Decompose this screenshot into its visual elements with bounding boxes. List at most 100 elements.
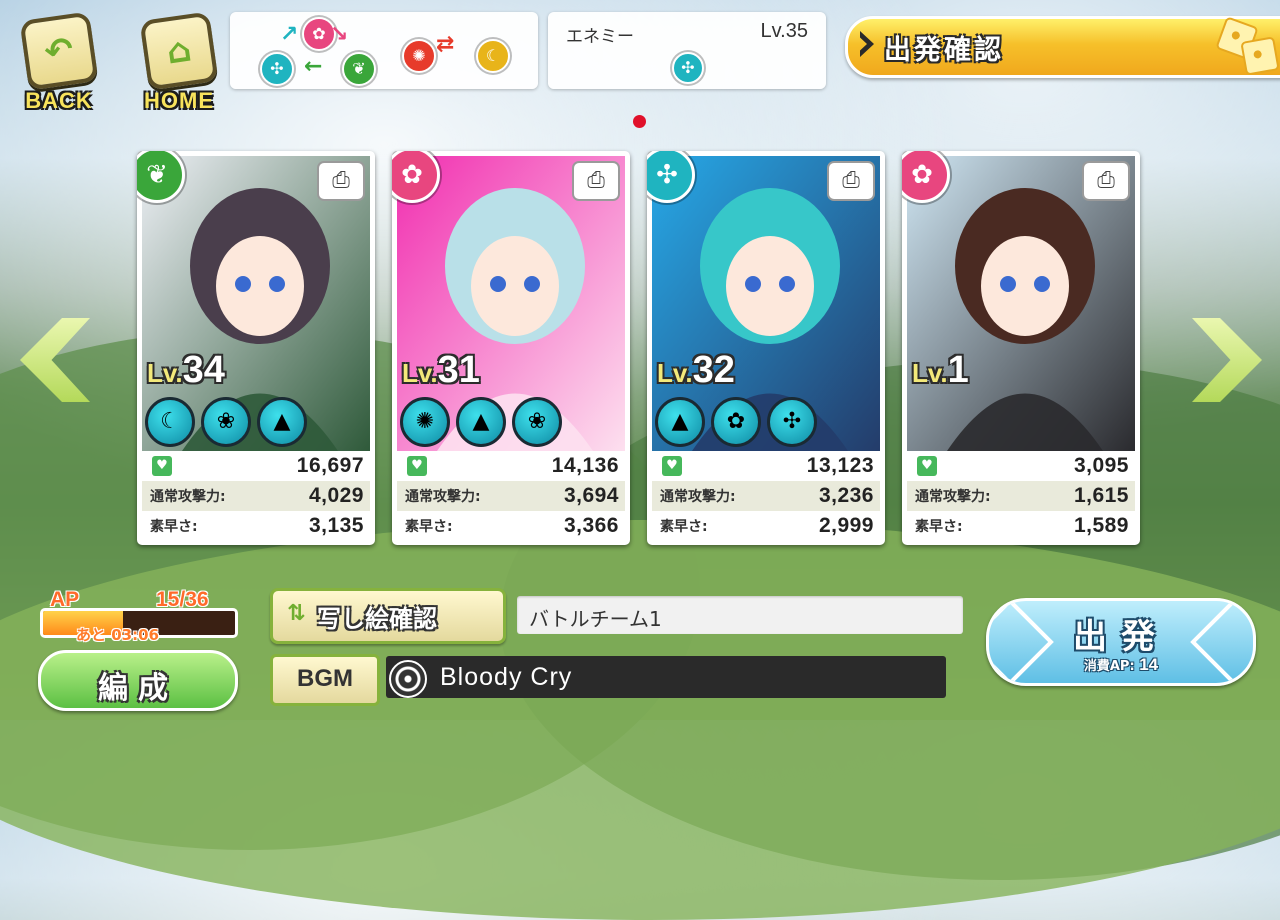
- disc-icon: [389, 660, 427, 698]
- character-stats: ♥ 3,095 通常攻撃力: 1,615 素早さ: 1,589: [907, 451, 1135, 541]
- character-level: Lv.34: [147, 349, 225, 392]
- attack-value: 3,694: [563, 484, 619, 507]
- character-card[interactable]: ✿ ⎙ Lv.1 ♥ 3,095 通常攻撃力: 1,615 素早さ: 1,589: [902, 151, 1140, 545]
- enemy-level: Lv.35: [760, 20, 808, 42]
- formation-label: 編成: [98, 671, 178, 706]
- speed-value: 3,366: [563, 514, 619, 537]
- heart-icon: ♥: [152, 456, 172, 476]
- depart-confirm-label: 出発確認: [884, 35, 1004, 66]
- element-affinity-panel: ✿ ✣ ❦ ↗ ↘ ← ✺ ⇄ ☾: [230, 12, 538, 89]
- portrait-check-button[interactable]: ⇅ 写し絵確認: [270, 588, 506, 644]
- portrait-view-icon[interactable]: ⎙: [1082, 161, 1130, 201]
- leaf-icon: ❦: [342, 52, 376, 86]
- enemy-label: エネミー: [566, 27, 634, 47]
- heart-icon: ♥: [917, 456, 937, 476]
- portrait-check-label: 写し絵確認: [317, 605, 437, 633]
- arrow-icon: ←: [304, 54, 323, 79]
- speed-label: 素早さ:: [150, 519, 198, 535]
- attack-value: 1,615: [1073, 484, 1129, 507]
- character-card[interactable]: ✣ ⎙ Lv.32 ▲ ✿ ✣ ♥ 13,123 通常攻撃力: 3,236 素早さ: 2,999: [647, 151, 885, 545]
- hp-row: ♥ 16,697: [142, 451, 370, 481]
- speed-row: 素早さ: 2,999: [652, 511, 880, 541]
- moon-icon: ☾: [145, 397, 195, 447]
- ap-recover-timer: あと 03:06: [76, 626, 159, 644]
- hp-value: 16,697: [296, 454, 364, 477]
- dice-icon: [1240, 36, 1280, 76]
- hp-value: 13,123: [806, 454, 874, 477]
- team-name-text: バトルチーム1: [529, 607, 662, 631]
- character-stats: ♥ 16,697 通常攻撃力: 4,029 素早さ: 3,135: [142, 451, 370, 541]
- heart-icon: ♥: [407, 456, 427, 476]
- level-value: 1: [947, 349, 969, 391]
- pinwheel-icon: ✣: [260, 52, 294, 86]
- hp-value: 3,095: [1073, 454, 1129, 477]
- portrait-view-icon[interactable]: ⎙: [317, 161, 365, 201]
- hp-row: ♥ 14,136: [397, 451, 625, 481]
- home-button[interactable]: ⌂ HOME: [138, 11, 220, 113]
- team-name-field[interactable]: バトルチーム1: [517, 596, 963, 634]
- character-stats: ♥ 14,136 通常攻撃力: 3,694 素早さ: 3,366: [397, 451, 625, 541]
- back-button[interactable]: ↶ BACK: [18, 11, 100, 113]
- pinwheel-icon: ✣: [672, 52, 704, 84]
- level-prefix: Lv.: [147, 358, 183, 388]
- portrait-view-icon[interactable]: ⎙: [827, 161, 875, 201]
- arrow-icon: ↘: [330, 22, 349, 47]
- attack-value: 4,029: [308, 484, 364, 507]
- depart-cost-label: 消費AP:: [1083, 659, 1135, 674]
- level-value: 32: [692, 349, 735, 391]
- attack-label: 通常攻撃力:: [915, 489, 991, 505]
- depart-label: 出発: [1073, 617, 1169, 657]
- speed-label: 素早さ:: [915, 519, 963, 535]
- sun-icon: ✺: [400, 397, 450, 447]
- speed-label: 素早さ:: [405, 519, 453, 535]
- attack-value: 3,236: [818, 484, 874, 507]
- character-card[interactable]: ❦ ⎙ Lv.34 ☾ ❀ ▲ ♥ 16,697 通常攻撃力: 4,029 素早さ: 3,135: [137, 151, 375, 545]
- hp-value: 14,136: [551, 454, 619, 477]
- bgm-button[interactable]: BGM: [270, 654, 380, 706]
- bgm-track-title: Bloody Cry: [440, 663, 573, 691]
- home-label: HOME: [144, 88, 214, 113]
- attack-label: 通常攻撃力:: [660, 489, 736, 505]
- depart-cost-value: 14: [1139, 655, 1159, 674]
- depart-button[interactable]: 出発 消費AP: 14: [986, 598, 1256, 686]
- back-arrow-icon: ↶: [19, 11, 99, 91]
- speed-value: 1,589: [1073, 514, 1129, 537]
- speed-value: 2,999: [818, 514, 874, 537]
- talisman-up-icon: ▲: [655, 397, 705, 447]
- portrait-view-icon[interactable]: ⎙: [572, 161, 620, 201]
- attack-label: 通常攻撃力:: [405, 489, 481, 505]
- level-value: 31: [437, 349, 480, 391]
- swap-arrows-icon: ⇅: [287, 601, 306, 626]
- attack-row: 通常攻撃力: 1,615: [907, 481, 1135, 511]
- spirit-up-icon: ▲: [456, 397, 506, 447]
- apple-recover-icon: ❀: [201, 397, 251, 447]
- flower-up-icon: ✿: [711, 397, 761, 447]
- depart-confirm-button[interactable]: 出発確認: [845, 16, 1280, 78]
- level-prefix: Lv.: [657, 358, 693, 388]
- enemy-panel: エネミー Lv.35 ✣: [548, 12, 826, 89]
- depart-cost: 消費AP: 14: [989, 655, 1253, 675]
- attack-row: 通常攻撃力: 3,694: [397, 481, 625, 511]
- character-stats: ♥ 13,123 通常攻撃力: 3,236 素早さ: 2,999: [652, 451, 880, 541]
- home-icon: ⌂: [139, 11, 219, 91]
- level-prefix: Lv.: [402, 358, 438, 388]
- speed-row: 素早さ: 1,589: [907, 511, 1135, 541]
- attack-row: 通常攻撃力: 3,236: [652, 481, 880, 511]
- page-indicator-dot: [633, 115, 646, 128]
- bgm-label: BGM: [297, 665, 353, 692]
- level-value: 34: [182, 349, 225, 391]
- heart-icon: ♥: [662, 456, 682, 476]
- formation-button[interactable]: 編成: [38, 650, 238, 711]
- apple-recover-icon: ❀: [512, 397, 562, 447]
- character-level: Lv.31: [402, 349, 480, 392]
- back-label: BACK: [25, 88, 93, 113]
- sun-icon: ✺: [402, 39, 436, 73]
- attack-label: 通常攻撃力:: [150, 489, 226, 505]
- character-level: Lv.1: [912, 349, 969, 392]
- speed-value: 3,135: [308, 514, 364, 537]
- bgm-track-bar: Bloody Cry: [386, 656, 946, 698]
- hp-row: ♥ 3,095: [907, 451, 1135, 481]
- character-card[interactable]: ✿ ⎙ Lv.31 ✺ ▲ ❀ ♥ 14,136 通常攻撃力: 3,694 素早さ: 3,366: [392, 151, 630, 545]
- chevron-right-icon: [860, 31, 874, 57]
- pinwheel-icon: ✣: [767, 397, 817, 447]
